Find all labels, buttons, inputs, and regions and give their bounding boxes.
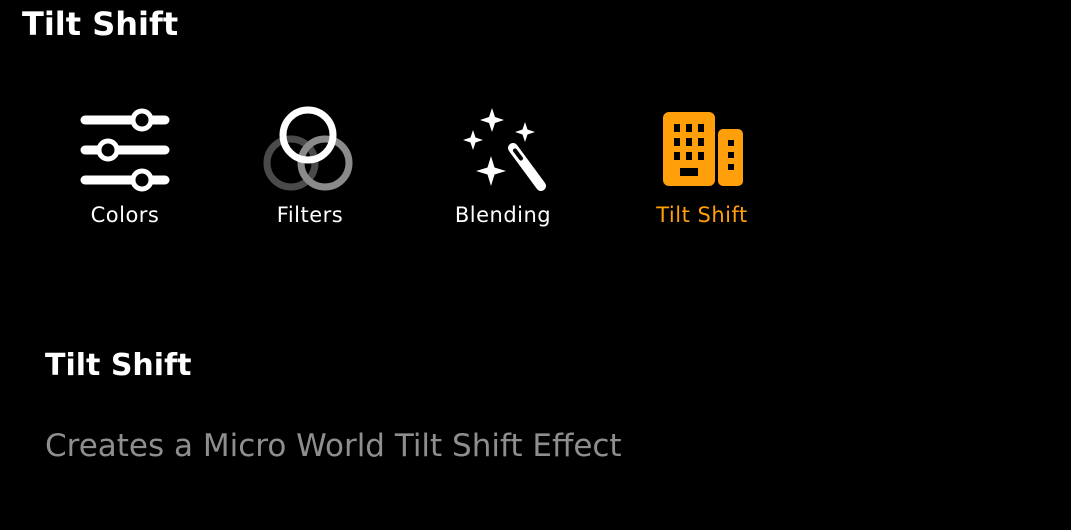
tool-blending-button[interactable]: Blending <box>413 100 593 240</box>
magic-wand-sparkles-icon <box>463 108 546 191</box>
tool-tilt-shift-button[interactable]: Tilt Shift <box>612 100 792 240</box>
overlapping-circles-icon <box>263 106 353 191</box>
detail-description: Creates a Micro World Tilt Shift Effect <box>45 428 622 464</box>
detail-title: Tilt Shift <box>45 348 192 383</box>
buildings-icon <box>663 112 743 186</box>
tool-filters-button[interactable]: Filters <box>220 100 400 240</box>
tool-label: Colors <box>90 203 160 227</box>
page-title: Tilt Shift <box>22 5 179 43</box>
tool-label: Tilt Shift <box>656 203 748 227</box>
tool-label: Blending <box>454 203 552 227</box>
tool-colors-button[interactable]: Colors <box>35 100 215 240</box>
sliders-icon <box>80 108 170 192</box>
tool-label: Filters <box>276 203 344 227</box>
